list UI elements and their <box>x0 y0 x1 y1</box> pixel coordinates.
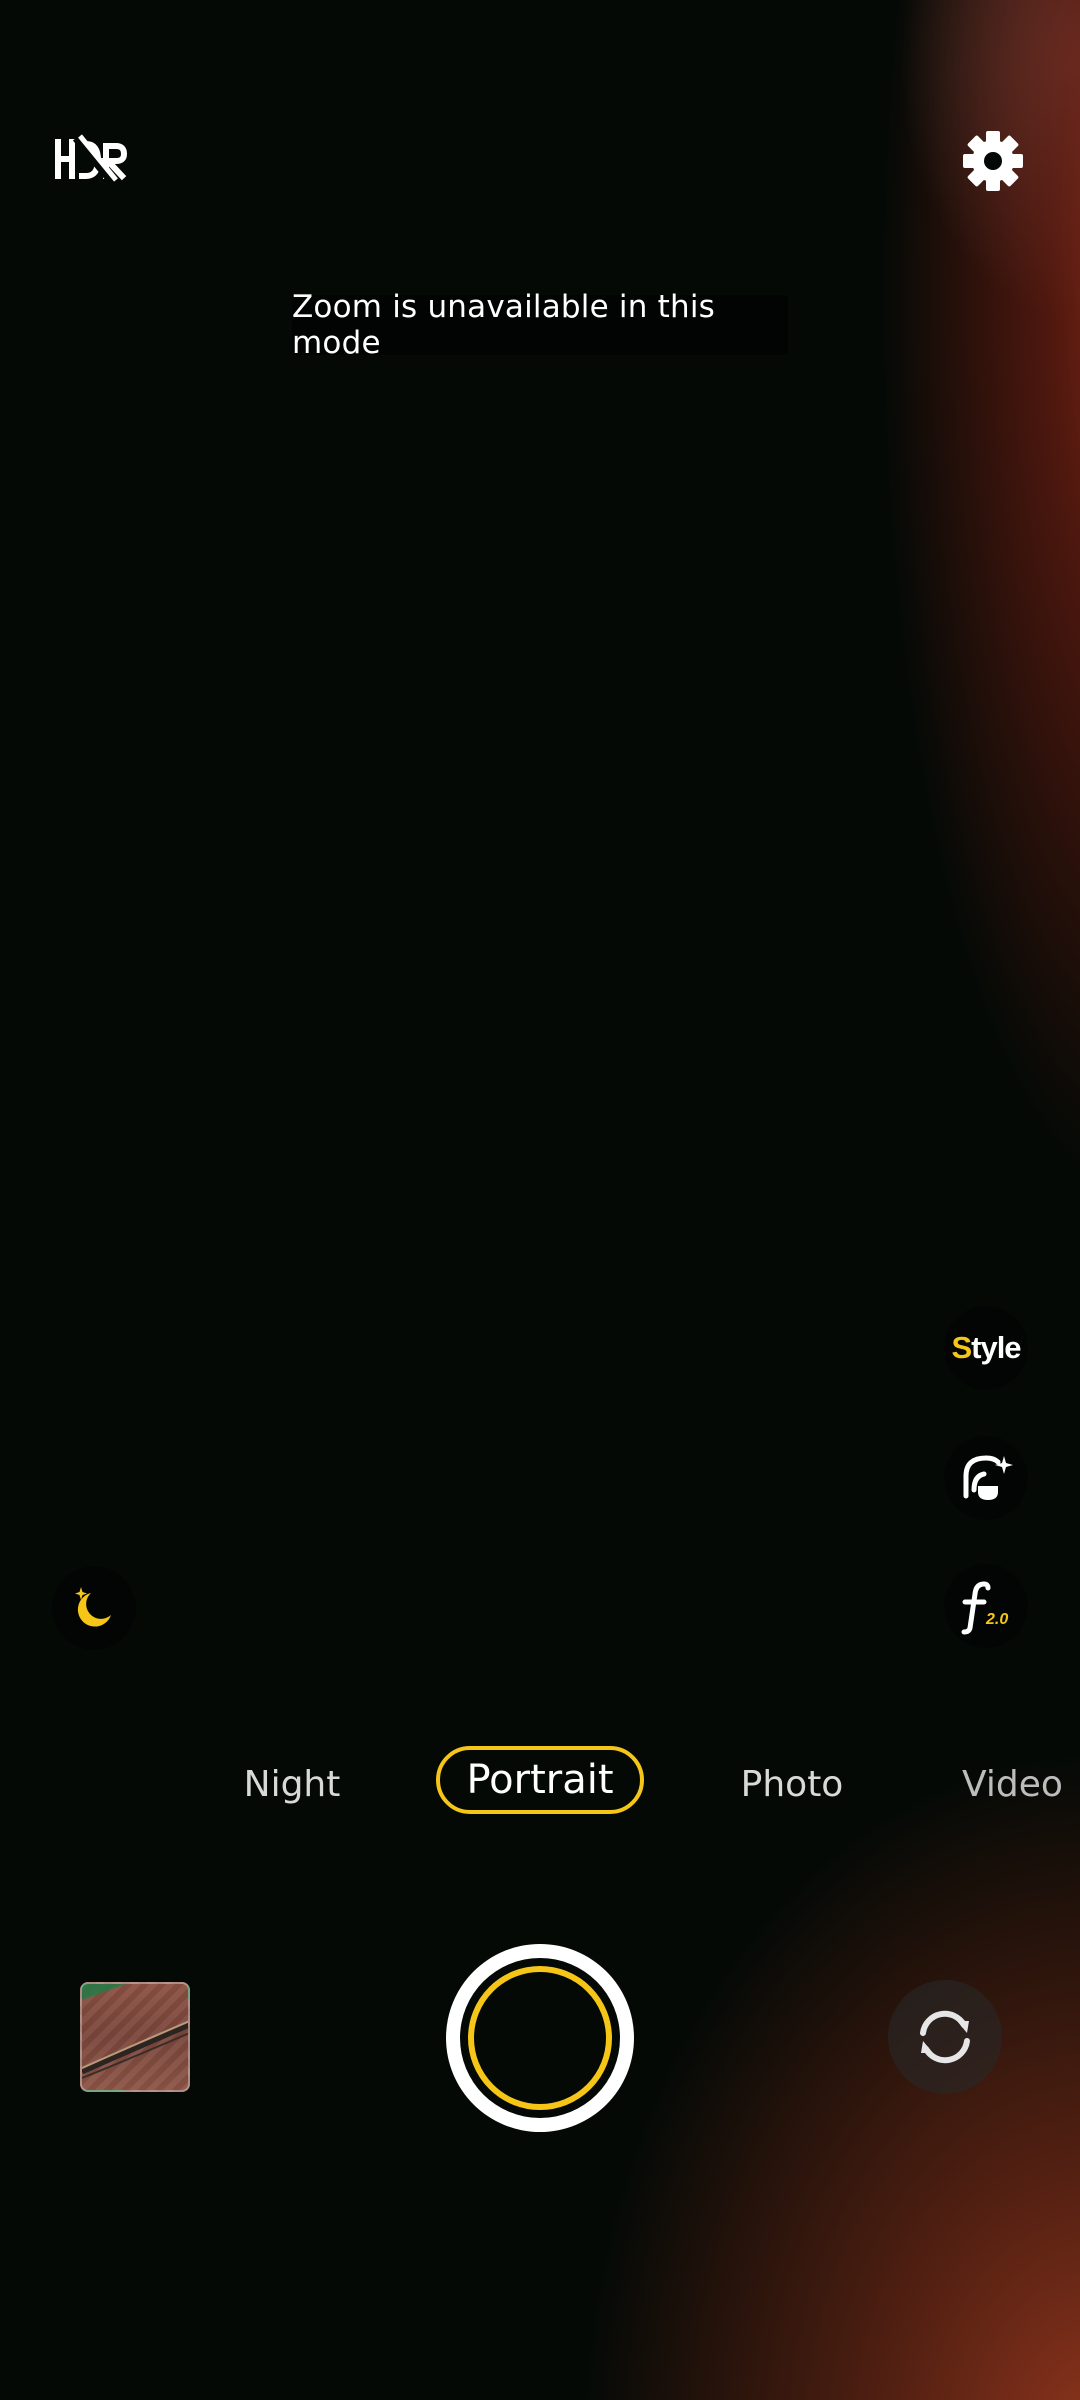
toast-text: Zoom is unavailable in this mode <box>292 289 715 361</box>
mode-video[interactable]: Video <box>962 1752 1080 1816</box>
thumbnail-image <box>82 2020 188 2079</box>
aperture-f-icon: 2.0 <box>961 1581 1008 1635</box>
switch-camera-icon <box>920 2010 970 2064</box>
gear-icon[interactable] <box>958 126 1028 196</box>
hdr-off-icon[interactable] <box>50 128 130 188</box>
mode-photo[interactable]: Photo <box>726 1752 858 1816</box>
beauty-button[interactable] <box>944 1436 1028 1520</box>
style-label: Style <box>951 1330 1021 1366</box>
style-label-first: S <box>951 1330 972 1365</box>
aperture-button[interactable]: 2.0 <box>944 1564 1028 1648</box>
zoom-unavailable-toast: Zoom is unavailable in this mode <box>292 289 788 361</box>
shutter-button[interactable] <box>446 1944 634 2132</box>
mode-portrait[interactable]: Portrait <box>436 1746 644 1814</box>
style-button[interactable]: Style <box>944 1306 1028 1390</box>
moon-sparkle-icon <box>75 1587 111 1627</box>
mode-night[interactable]: Night <box>222 1752 362 1816</box>
shutter-ring <box>468 1966 612 2110</box>
style-label-rest: tyle <box>971 1330 1021 1365</box>
camera-viewfinder[interactable]: Zoom is unavailable in this mode Style 2… <box>0 0 1080 2400</box>
night-mode-toggle[interactable] <box>52 1566 136 1650</box>
face-retouch-icon <box>963 1455 1013 1500</box>
gallery-thumbnail[interactable] <box>80 1982 190 2092</box>
aperture-value: 2.0 <box>985 1611 1008 1628</box>
switch-camera-button[interactable] <box>888 1980 1002 2094</box>
